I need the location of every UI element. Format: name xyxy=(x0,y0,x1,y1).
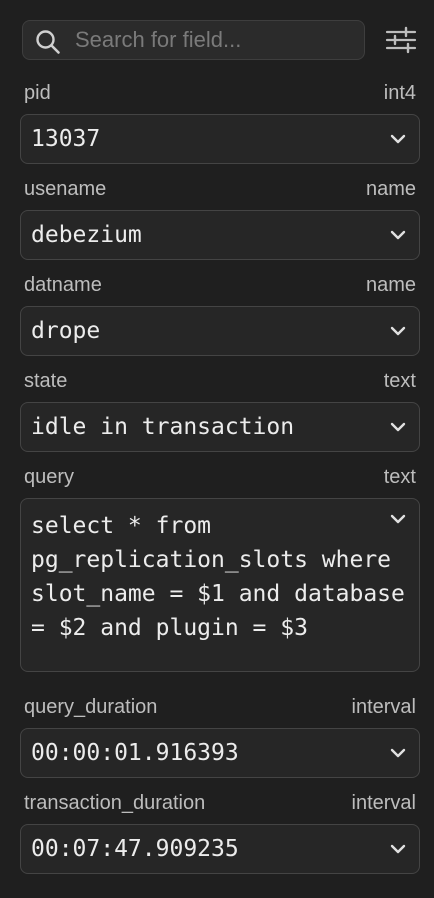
field-header: state text xyxy=(20,368,420,394)
field-type-label: name xyxy=(365,274,416,296)
field-header: usename name xyxy=(20,176,420,202)
field-value-box[interactable]: idle in transaction xyxy=(20,402,420,452)
chevron-down-icon[interactable] xyxy=(389,133,407,145)
search-icon xyxy=(36,30,60,54)
field-name-label: query xyxy=(24,466,75,488)
chevron-down-icon[interactable] xyxy=(389,421,407,433)
chevron-down-icon[interactable] xyxy=(389,747,407,759)
field-name-label: transaction_duration xyxy=(24,792,206,814)
field-header: query_duration interval xyxy=(20,694,420,720)
field-type-label: interval xyxy=(351,792,416,814)
field-type-label: int4 xyxy=(383,82,416,104)
field-state: state text idle in transaction xyxy=(20,368,420,452)
field-value[interactable]: drope xyxy=(31,307,379,355)
chevron-down-icon[interactable] xyxy=(389,325,407,337)
field-value-box[interactable]: 00:07:47.909235 xyxy=(20,824,420,874)
field-value[interactable]: 00:00:01.916393 xyxy=(31,729,379,777)
field-name-label: usename xyxy=(24,178,107,200)
field-pid: pid int4 13037 xyxy=(20,80,420,164)
field-header: pid int4 xyxy=(20,80,420,106)
field-usename: usename name debezium xyxy=(20,176,420,260)
field-type-label: text xyxy=(383,466,416,488)
field-type-label: name xyxy=(365,178,416,200)
field-inspector-panel: pid int4 13037 usename name debezium dat… xyxy=(0,0,434,898)
field-datname: datname name drope xyxy=(20,272,420,356)
search-box[interactable] xyxy=(22,20,365,60)
field-type-label: interval xyxy=(351,696,416,718)
field-header: transaction_duration interval xyxy=(20,790,420,816)
chevron-down-icon[interactable] xyxy=(389,843,407,855)
field-name-label: state xyxy=(24,370,68,392)
field-value[interactable]: idle in transaction xyxy=(31,403,379,451)
chevron-down-icon[interactable] xyxy=(389,513,407,525)
search-input[interactable] xyxy=(75,21,355,59)
field-name-label: query_duration xyxy=(24,696,158,718)
field-name-label: pid xyxy=(24,82,51,104)
field-value[interactable]: 00:07:47.909235 xyxy=(31,825,379,873)
field-value[interactable]: 13037 xyxy=(31,115,379,163)
chevron-down-icon[interactable] xyxy=(389,229,407,241)
field-value[interactable]: select * from pg_replication_slots where… xyxy=(31,509,411,645)
field-name-label: datname xyxy=(24,274,102,296)
field-value[interactable]: debezium xyxy=(31,211,379,259)
field-value-box[interactable]: 13037 xyxy=(20,114,420,164)
field-type-label: text xyxy=(383,370,416,392)
field-header: query text xyxy=(20,464,420,490)
field-query: query text select * from pg_replication_… xyxy=(20,464,420,672)
field-value-box[interactable]: 00:00:01.916393 xyxy=(20,728,420,778)
field-query-duration: query_duration interval 00:00:01.916393 xyxy=(20,694,420,778)
field-transaction-duration: transaction_duration interval 00:07:47.9… xyxy=(20,790,420,874)
field-value-box[interactable]: select * from pg_replication_slots where… xyxy=(20,498,420,672)
field-value-box[interactable]: debezium xyxy=(20,210,420,260)
field-value-box[interactable]: drope xyxy=(20,306,420,356)
search-row xyxy=(22,20,422,60)
field-header: datname name xyxy=(20,272,420,298)
sliders-icon[interactable] xyxy=(384,25,418,55)
